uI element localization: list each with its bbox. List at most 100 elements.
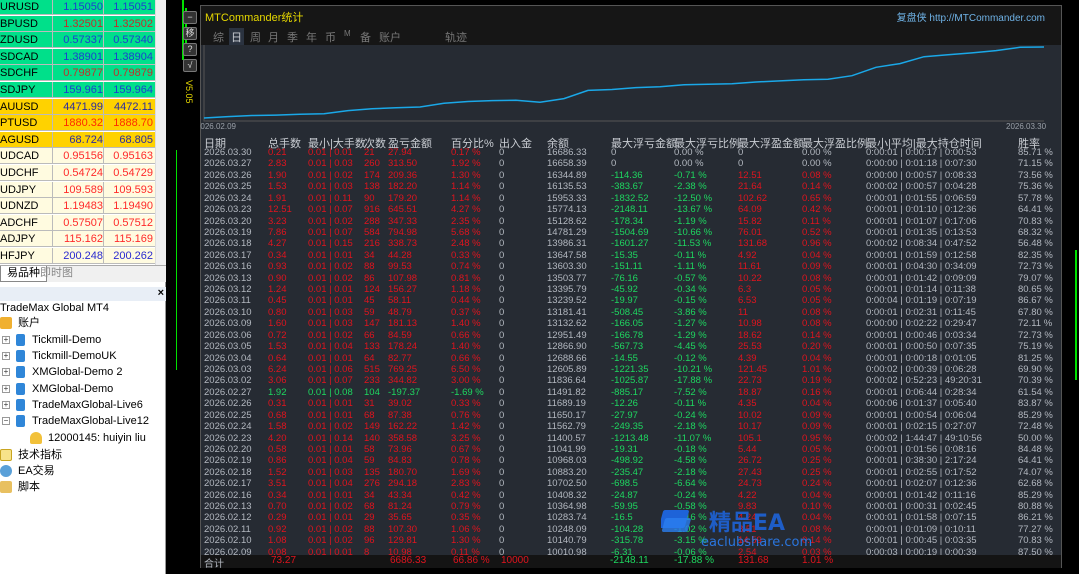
table-row[interactable]: 2026.03.09 1.60 0.01 | 0.03 147 181.13 1.40 %… bbox=[201, 318, 1061, 329]
table-row[interactable]: 2026.03.25 1.53 0.01 | 0.03 138 182.20 1.14 %… bbox=[201, 181, 1061, 192]
table-row[interactable]: 2026.03.17 0.34 0.01 | 0.01 34 44.28 0.33 % 0 1… bbox=[201, 250, 1061, 261]
menu-tab[interactable]: 日 bbox=[229, 28, 244, 46]
tree-server[interactable]: − TradeMaxGlobal-Live12 bbox=[2, 413, 149, 429]
table-row[interactable]: 2026.02.19 0.86 0.01 | 0.04 59 84.83 0.78 % 0 1… bbox=[201, 455, 1061, 466]
market-watch-row[interactable]: BPUSD 1.32501 1.32502 bbox=[0, 15, 155, 32]
table-row[interactable]: 2026.02.25 0.68 0.01 | 0.01 68 87.38 0.76 % 0 1… bbox=[201, 410, 1061, 421]
market-watch-row[interactable]: UDJPY 109.589 109.593 bbox=[0, 181, 155, 198]
menu-tab[interactable]: 季 bbox=[285, 28, 300, 46]
tab-tick-chart[interactable]: 即时图 bbox=[34, 266, 79, 282]
table-row[interactable]: 2026.02.12 0.29 0.01 | 0.01 29 35.65 0.35 % 0 1… bbox=[201, 512, 1061, 523]
market-watch-row[interactable]: PTUSD 1880.32 1888.70 bbox=[0, 115, 155, 132]
table-row[interactable]: 2026.03.16 0.93 0.01 | 0.02 88 99.53 0.74 % 0 1… bbox=[201, 261, 1061, 272]
table-row[interactable]: 2026.03.03 6.24 0.01 | 0.06 515 769.25 6.50 %… bbox=[201, 364, 1061, 375]
help-button[interactable]: ? bbox=[183, 43, 197, 56]
menu-tab[interactable]: 月 bbox=[266, 28, 281, 46]
table-cell: -178.34 bbox=[611, 215, 644, 227]
table-cell: 11562.79 bbox=[547, 421, 586, 433]
table-row[interactable]: 2026.03.19 7.86 0.01 | 0.07 584 794.98 5.68 %… bbox=[201, 227, 1061, 238]
table-row[interactable]: 2026.03.30 0.21 0.01 | 0.01 21 27.94 0.17 % 0 1… bbox=[201, 147, 1061, 158]
market-watch-row[interactable]: ZDUSD 0.57337 0.57340 bbox=[0, 32, 155, 49]
table-row[interactable]: 2026.03.18 4.27 0.01 | 0.15 216 338.73 2.48 %… bbox=[201, 238, 1061, 249]
menu-tab[interactable]: 周 bbox=[248, 28, 263, 46]
table-row[interactable]: 2026.03.23 12.51 0.01 | 0.07 916 645.51 4.27 … bbox=[201, 204, 1061, 215]
market-watch-row[interactable]: SDCAD 1.38901 1.38904 bbox=[0, 48, 155, 65]
table-row[interactable]: 2026.02.13 0.70 0.01 | 0.02 68 81.24 0.79 % 0 1… bbox=[201, 501, 1061, 512]
tree-indicators[interactable]: 技术指标 bbox=[0, 447, 62, 463]
collapse-icon[interactable]: − bbox=[2, 417, 10, 426]
table-row[interactable]: 2026.02.16 0.34 0.01 | 0.01 34 43.34 0.42 % 0 1… bbox=[201, 490, 1061, 501]
table-row[interactable]: 2026.02.27 1.92 0.01 | 0.08 104 -197.37 -1.69… bbox=[201, 387, 1061, 398]
table-row[interactable]: 2026.02.17 3.51 0.01 | 0.04 276 294.18 2.83 %… bbox=[201, 478, 1061, 489]
table-cell: 11836.64 bbox=[547, 375, 586, 387]
table-row[interactable]: 2026.03.04 0.64 0.01 | 0.01 64 82.77 0.66 % 0 1… bbox=[201, 353, 1061, 364]
expand-icon[interactable]: + bbox=[2, 352, 10, 361]
table-cell: 0.01 | 0.07 bbox=[308, 226, 353, 238]
table-row[interactable]: 2026.02.23 4.20 0.01 | 0.14 140 358.58 3.25 %… bbox=[201, 433, 1061, 444]
table-row[interactable]: 2026.03.06 0.72 0.01 | 0.02 66 84.59 0.66 % 0 1… bbox=[201, 330, 1061, 341]
menu-tab[interactable]: 备 bbox=[358, 28, 373, 46]
brand-link[interactable]: 复盘侠 http://MTCommander.com bbox=[897, 9, 1045, 24]
table-row[interactable]: 2026.03.02 3.06 0.01 | 0.07 233 344.82 3.00 %… bbox=[201, 375, 1061, 386]
table-row[interactable]: 2026.03.12 1.24 0.01 | 0.01 124 156.27 1.18 %… bbox=[201, 284, 1061, 295]
close-icon[interactable]: × bbox=[158, 287, 164, 299]
market-watch-row[interactable]: ADCHF 0.57507 0.57512 bbox=[0, 214, 155, 231]
expand-icon[interactable]: + bbox=[2, 336, 10, 345]
market-watch-row[interactable]: UDCHF 0.54724 0.54729 bbox=[0, 165, 155, 181]
table-row[interactable]: 2026.03.13 0.90 0.01 | 0.02 86 107.98 0.81 % 0… bbox=[201, 273, 1061, 284]
market-watch-row[interactable]: ADJPY 115.162 115.169 bbox=[0, 231, 155, 248]
tree-experts[interactable]: EA交易 bbox=[0, 463, 55, 479]
table-row[interactable]: 2026.03.26 1.90 0.01 | 0.02 174 209.36 1.30 %… bbox=[201, 170, 1061, 181]
menu-tab[interactable]: M bbox=[342, 28, 353, 39]
move-button[interactable]: 移 bbox=[183, 27, 197, 40]
menu-tab[interactable]: 年 bbox=[304, 28, 319, 46]
menu-tab[interactable]: 综 bbox=[211, 28, 226, 46]
table-row[interactable]: 2026.02.24 1.58 0.01 | 0.02 149 162.22 1.42 %… bbox=[201, 421, 1061, 432]
table-row[interactable]: 2026.03.05 1.53 0.01 | 0.04 133 178.24 1.40 %… bbox=[201, 341, 1061, 352]
table-row[interactable]: 2026.03.11 0.45 0.01 | 0.01 45 58.11 0.44 % 0 1… bbox=[201, 295, 1061, 306]
table-row[interactable]: 2026.02.10 1.08 0.01 | 0.02 96 129.81 1.30 % 0… bbox=[201, 535, 1061, 546]
expand-icon[interactable]: + bbox=[2, 400, 10, 409]
market-watch-row[interactable]: SDCHF 0.79877 0.79879 bbox=[0, 65, 155, 82]
market-watch-row[interactable]: UDNZD 1.19483 1.19490 bbox=[0, 198, 155, 215]
tree-server[interactable]: + TradeMaxGlobal-Live6 bbox=[2, 397, 143, 413]
market-watch-row[interactable]: URUSD 1.15050 1.15051 bbox=[0, 0, 155, 15]
table-cell: 0.14 % bbox=[802, 181, 832, 193]
tree-accounts[interactable]: 账户 bbox=[0, 315, 40, 331]
table-row[interactable]: 2026.02.11 0.92 0.01 | 0.02 88 107.30 1.06 % 0… bbox=[201, 524, 1061, 535]
market-watch-row[interactable]: AGUSD 68.724 68.805 bbox=[0, 131, 155, 148]
menu-tab[interactable]: 轨迹 bbox=[443, 28, 469, 46]
table-row[interactable]: 2026.03.27 2.83 0.01 | 0.03 260 313.50 1.92 %… bbox=[201, 158, 1061, 169]
tree-root[interactable]: TradeMax Global MT4 bbox=[0, 300, 109, 316]
market-watch-scrollbar[interactable] bbox=[155, 0, 166, 265]
table-row[interactable]: 2026.02.20 0.58 0.01 | 0.01 58 73.96 0.67 % 0 1… bbox=[201, 444, 1061, 455]
menu-tab[interactable]: 账户 bbox=[377, 28, 403, 46]
table-cell: 0 bbox=[499, 398, 505, 410]
total-inout: 10000 bbox=[501, 555, 529, 566]
menu-tab[interactable]: 币 bbox=[323, 28, 338, 46]
table-row[interactable]: 2026.03.10 0.80 0.01 | 0.03 59 48.79 0.37 % 0 1… bbox=[201, 307, 1061, 318]
market-watch-row[interactable]: AUUSD 4471.99 4472.11 bbox=[0, 98, 155, 115]
minimize-button[interactable]: − bbox=[183, 11, 197, 24]
table-cell: 138 bbox=[364, 181, 380, 193]
tree-account-user[interactable]: 12000145: huiyin liu bbox=[30, 430, 146, 446]
tree-server[interactable]: + Tickmill-DemoUK bbox=[2, 348, 117, 364]
table-cell: 0.34 bbox=[268, 249, 287, 261]
table-cell: 0 bbox=[499, 318, 505, 330]
confirm-button[interactable]: √ bbox=[183, 59, 197, 72]
expand-icon[interactable]: + bbox=[2, 384, 10, 393]
table-cell: 64.09 bbox=[738, 204, 762, 216]
table-row[interactable]: 2026.02.26 0.31 0.01 | 0.01 31 39.02 0.33 % 0 1… bbox=[201, 398, 1061, 409]
market-watch-row[interactable]: UDCAD 0.95156 0.95163 bbox=[0, 148, 155, 165]
market-watch-row[interactable]: HFJPY 200.248 200.262 bbox=[0, 248, 155, 264]
tree-server[interactable]: + XMGlobal-Demo 2 bbox=[2, 364, 122, 380]
market-watch-row[interactable]: SDJPY 159.961 159.964 bbox=[0, 82, 155, 98]
tree-server[interactable]: + XMGlobal-Demo bbox=[2, 381, 113, 397]
table-row[interactable]: 2026.02.18 1.52 0.01 | 0.03 135 180.70 1.69 %… bbox=[201, 467, 1061, 478]
tree-server[interactable]: + Tickmill-Demo bbox=[2, 332, 101, 348]
expand-icon[interactable]: + bbox=[2, 368, 10, 377]
table-row[interactable]: 2026.03.20 3.23 0.01 | 0.02 288 347.33 2.35 %… bbox=[201, 216, 1061, 227]
table-row[interactable]: 2026.03.24 1.91 0.01 | 0.11 90 179.20 1.14 % 0… bbox=[201, 193, 1061, 204]
table-cell: 12866.90 bbox=[547, 341, 587, 353]
tree-scripts[interactable]: 脚本 bbox=[0, 479, 40, 495]
